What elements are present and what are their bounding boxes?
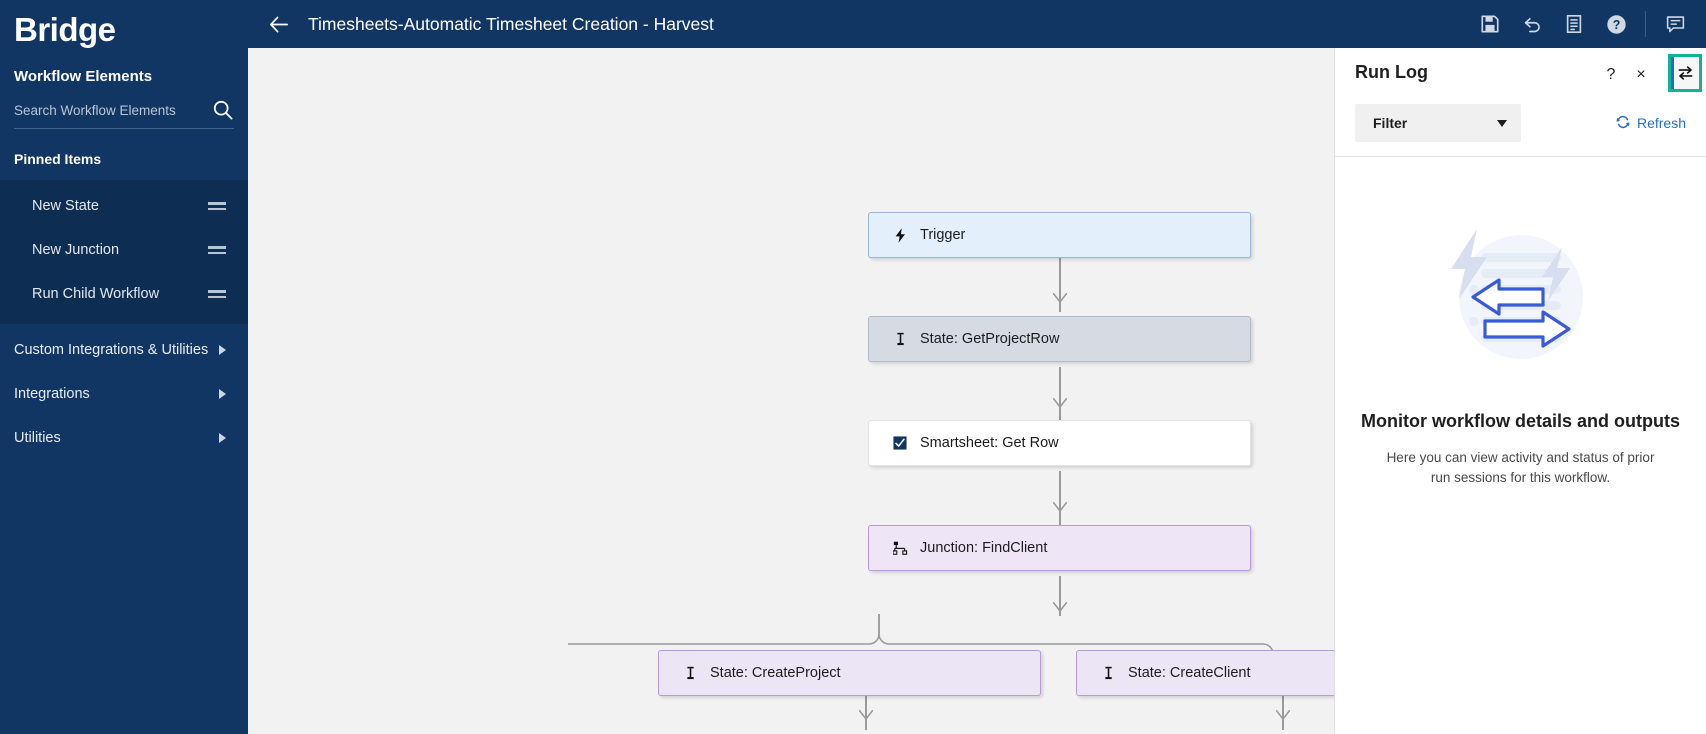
header-divider [1645,11,1646,37]
sidebar-item-label: Custom Integrations & Utilities [14,342,209,358]
swap-arrows-icon [1678,66,1692,80]
application-root: Bridge Workflow Elements Pinned Items Ne… [0,0,1706,734]
svg-text:?: ? [1612,18,1620,32]
connector-getrow-to-junction [1059,471,1061,525]
save-icon[interactable] [1469,3,1511,45]
node-label: Smartsheet: Get Row [920,435,1059,451]
sidebar-item-custom-integrations-utilities[interactable]: Custom Integrations & Utilities [0,328,248,372]
pinned-items-group: New State New Junction Run Child Workflo… [0,180,248,324]
back-button[interactable] [262,7,296,41]
node-trigger[interactable]: Trigger [868,212,1251,258]
node-label: State: GetProjectRow [920,331,1060,347]
run-log-scrollbar[interactable] [1702,48,1706,734]
node-label: Junction: FindClient [920,540,1048,556]
drag-handle-icon[interactable] [208,246,226,254]
run-log-header-actions: ? × [1598,62,1654,88]
chevron-right-icon [219,345,226,355]
arrow-head-icon [1053,502,1067,512]
chevron-right-icon [219,433,226,443]
arrow-head-icon [859,710,873,720]
state-pin-icon [891,332,909,347]
node-state-getprojectrow[interactable]: State: GetProjectRow [868,316,1251,362]
help-icon[interactable]: ? [1595,3,1637,45]
sidebar-item-utilities[interactable]: Utilities [0,416,248,460]
run-log-title: Run Log [1355,62,1428,82]
close-icon[interactable]: × [1628,62,1654,88]
node-junction-findclient[interactable]: Junction: FindClient [868,525,1251,571]
node-label: State: CreateProject [710,665,841,681]
help-icon[interactable]: ? [1598,62,1624,88]
refresh-button[interactable]: Refresh [1616,115,1686,132]
sidebar-item-label: Integrations [14,386,90,402]
comments-icon[interactable] [1654,3,1696,45]
connector-trigger-to-state [1059,258,1061,312]
workflow-graph: Trigger State: GetProjectRow Smartsheet:… [248,48,1334,734]
undo-icon[interactable] [1511,3,1553,45]
state-pin-icon [681,666,699,681]
page-title: Timesheets-Automatic Timesheet Creation … [308,13,714,34]
arrow-head-icon [1276,710,1290,720]
swap-panel-button[interactable] [1668,54,1702,92]
search-icon[interactable] [212,99,234,121]
refresh-icon [1616,115,1630,132]
run-log-empty-illustration [1450,229,1583,359]
chevron-right-icon [219,389,226,399]
sidebar-section-title: Workflow Elements [14,68,153,85]
sidebar-item-run-child-workflow[interactable]: Run Child Workflow [0,272,248,316]
filter-label: Filter [1373,115,1408,131]
workflow-canvas[interactable]: Trigger State: GetProjectRow Smartsheet:… [248,48,1334,734]
sidebar-item-label: Utilities [14,430,61,446]
sidebar-item-new-junction[interactable]: New Junction [0,228,248,272]
run-log-empty-state: Monitor workflow details and outputs Her… [1335,157,1706,734]
app-header: Timesheets-Automatic Timesheet Creation … [248,0,1706,48]
body-area: Trigger State: GetProjectRow Smartsheet:… [248,48,1706,734]
filter-dropdown[interactable]: Filter [1355,104,1521,142]
smartsheet-icon [891,436,909,450]
empty-state-title: Monitor workflow details and outputs [1361,411,1680,431]
node-smartsheet-get-row[interactable]: Smartsheet: Get Row [868,420,1251,466]
refresh-label: Refresh [1636,115,1686,131]
node-state-createproject[interactable]: State: CreateProject [658,650,1041,696]
connector-state-to-getrow [1059,367,1061,420]
junction-icon [891,541,909,555]
search-input[interactable] [14,102,184,118]
document-icon[interactable] [1553,3,1595,45]
main-column: Timesheets-Automatic Timesheet Creation … [248,0,1706,734]
node-label: Trigger [920,227,966,243]
sidebar-item-label: New Junction [32,242,120,258]
arrow-head-icon [1053,293,1067,303]
drag-handle-icon[interactable] [208,202,226,210]
chevron-down-icon [1497,119,1507,127]
arrow-head-icon [1053,398,1067,408]
focus-edge [1671,57,1674,89]
sidebar: Bridge Workflow Elements Pinned Items Ne… [0,0,248,734]
arrow-head-icon [1053,602,1067,612]
lightning-icon [891,227,909,243]
search-row [14,99,234,129]
node-label: State: CreateClient [1128,665,1251,681]
app-logo[interactable]: Bridge [0,0,248,52]
run-log-toolbar: Filter Refresh [1335,96,1706,157]
run-log-header: Run Log ? × [1335,48,1706,96]
empty-state-subtitle: Here you can view activity and status of… [1386,450,1655,485]
sidebar-item-label: Run Child Workflow [32,286,160,302]
connector-branch-split [568,614,1273,650]
node-state-createclient[interactable]: State: CreateClient [1076,650,1334,696]
state-pin-icon [1099,666,1117,681]
run-log-panel: Run Log ? × Filter Refresh Monitor workf… [1334,48,1706,734]
sidebar-item-label: New State [32,198,99,214]
drag-handle-icon[interactable] [208,290,226,298]
sidebar-item-integrations[interactable]: Integrations [0,372,248,416]
pinned-items-label: Pinned Items [14,151,102,167]
sidebar-item-new-state[interactable]: New State [0,184,248,228]
